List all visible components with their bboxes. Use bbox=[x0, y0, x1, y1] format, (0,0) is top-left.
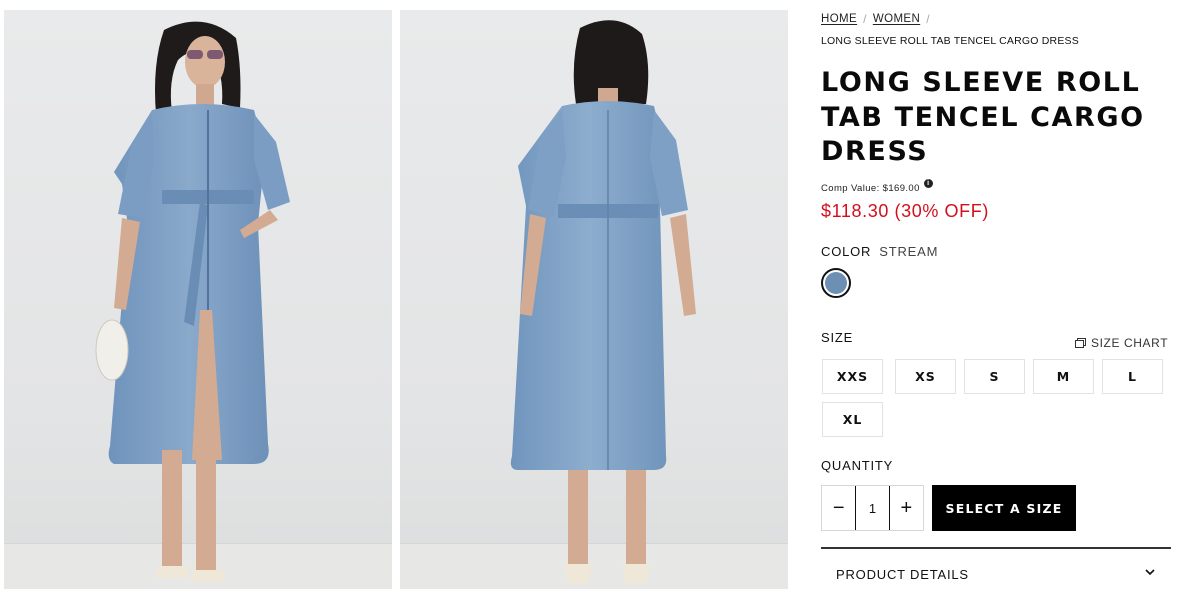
size-option-xxs[interactable]: XXS bbox=[822, 359, 883, 394]
model-back-illustration bbox=[510, 20, 696, 584]
breadcrumb-women-link[interactable]: WOMEN bbox=[873, 13, 920, 25]
breadcrumb: HOME / WOMEN / bbox=[821, 12, 936, 26]
color-swatch-stream[interactable] bbox=[821, 268, 851, 298]
breadcrumb-home-link[interactable]: HOME bbox=[821, 13, 857, 25]
color-selector-label: COLOR STREAM bbox=[821, 244, 938, 259]
swatch-fill bbox=[825, 272, 847, 294]
info-icon[interactable]: i bbox=[923, 179, 933, 188]
size-option-xl[interactable]: XL bbox=[822, 402, 883, 437]
model-front-illustration bbox=[95, 21, 290, 582]
select-a-size-button[interactable]: SELECT A SIZE bbox=[932, 485, 1076, 531]
size-option-xs[interactable]: XS bbox=[895, 359, 956, 394]
product-title: LONG SLEEVE ROLL TAB TENCEL CARGO DRESS bbox=[821, 67, 1145, 167]
product-image-back[interactable] bbox=[400, 10, 788, 589]
quantity-stepper: − 1 + bbox=[821, 485, 924, 531]
quantity-decrease-button[interactable]: − bbox=[822, 486, 855, 530]
chevron-down-icon[interactable] bbox=[1144, 566, 1156, 578]
size-chart-link[interactable]: SIZE CHART bbox=[1075, 336, 1168, 350]
size-option-l[interactable]: L bbox=[1102, 359, 1163, 394]
comp-value-text: Comp Value: $169.00 bbox=[821, 183, 920, 194]
comp-value: Comp Value: $169.00 i bbox=[821, 179, 933, 194]
quantity-increase-button[interactable]: + bbox=[890, 486, 923, 530]
color-selected-value: STREAM bbox=[879, 244, 939, 259]
product-image-front[interactable] bbox=[4, 10, 392, 589]
size-option-s[interactable]: S bbox=[964, 359, 1025, 394]
size-chart-label: SIZE CHART bbox=[1091, 336, 1169, 350]
sale-price: $118.30 (30% OFF) bbox=[821, 201, 989, 221]
breadcrumb-current-page: LONG SLEEVE ROLL TAB TENCEL CARGO DRESS bbox=[821, 35, 1079, 47]
size-option-m[interactable]: M bbox=[1033, 359, 1094, 394]
product-details-toggle[interactable]: PRODUCT DETAILS bbox=[836, 567, 969, 582]
size-chart-icon bbox=[1075, 338, 1086, 348]
color-label: COLOR bbox=[821, 244, 872, 259]
section-divider bbox=[821, 547, 1171, 549]
quantity-value[interactable]: 1 bbox=[855, 486, 890, 530]
breadcrumb-separator: / bbox=[863, 12, 867, 26]
quantity-label: QUANTITY bbox=[821, 458, 894, 473]
size-label: SIZE bbox=[821, 330, 854, 345]
breadcrumb-separator: / bbox=[926, 12, 930, 26]
